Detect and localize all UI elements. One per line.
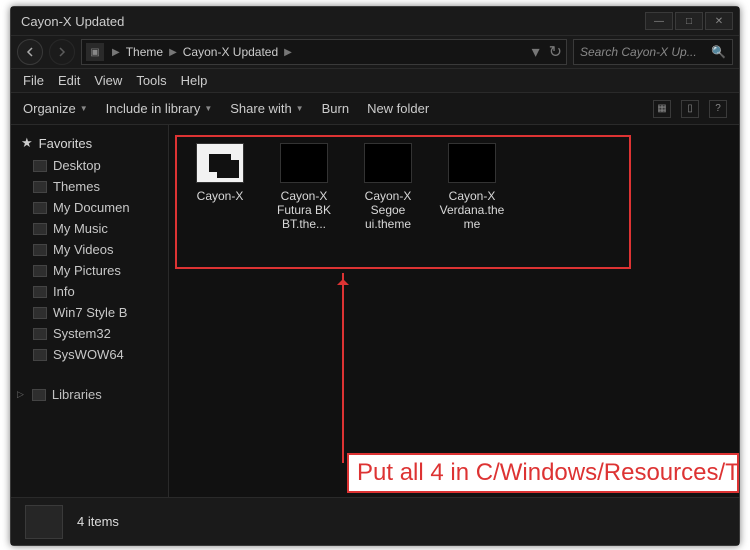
folder-icon bbox=[33, 160, 47, 172]
chevron-right-icon: ▶ bbox=[110, 47, 122, 58]
folder-icon bbox=[196, 143, 244, 183]
organize-menu[interactable]: Organize▼ bbox=[23, 101, 88, 116]
maximize-button[interactable]: □ bbox=[675, 12, 703, 30]
file-label: Cayon-X Segoe ui.theme bbox=[355, 189, 421, 231]
minimize-button[interactable]: — bbox=[645, 12, 673, 30]
favorites-header[interactable]: ★ Favorites bbox=[11, 131, 168, 155]
theme-file-icon bbox=[280, 143, 328, 183]
chevron-right-icon: ▶ bbox=[167, 47, 179, 58]
sidebar-item-my-videos[interactable]: My Videos bbox=[11, 239, 168, 260]
sidebar-item-my-documents[interactable]: My Documen bbox=[11, 197, 168, 218]
menu-bar: File Edit View Tools Help bbox=[11, 69, 739, 93]
annotation-text: Put all 4 in C/Windows/Resources/Them bbox=[347, 453, 739, 493]
include-in-library-menu[interactable]: Include in library▼ bbox=[106, 101, 213, 116]
file-item[interactable]: Cayon-X bbox=[187, 143, 253, 203]
breadcrumb-item[interactable]: Cayon-X Updated bbox=[179, 45, 282, 59]
menu-file[interactable]: File bbox=[23, 73, 44, 88]
file-item[interactable]: Cayon-X Futura BK BT.the... bbox=[271, 143, 337, 231]
folder-icon bbox=[33, 349, 47, 361]
breadcrumb[interactable]: ▣ ▶ Theme ▶ Cayon-X Updated ▶ ▾ ↻ bbox=[81, 39, 567, 65]
theme-file-icon bbox=[364, 143, 412, 183]
folder-icon bbox=[33, 181, 47, 193]
file-label: Cayon-X Verdana.theme bbox=[439, 189, 505, 231]
window-buttons: — □ ✕ bbox=[643, 12, 733, 30]
sidebar-item-desktop[interactable]: Desktop bbox=[11, 155, 168, 176]
folder-icon bbox=[33, 286, 47, 298]
sidebar-item-system32[interactable]: System32 bbox=[11, 323, 168, 344]
nav-row: ▣ ▶ Theme ▶ Cayon-X Updated ▶ ▾ ↻ Search… bbox=[11, 35, 739, 69]
sidebar-item-my-pictures[interactable]: My Pictures bbox=[11, 260, 168, 281]
folder-icon bbox=[33, 265, 47, 277]
window-title: Cayon-X Updated bbox=[17, 14, 643, 29]
back-button[interactable] bbox=[17, 39, 43, 65]
chevron-down-icon: ▼ bbox=[80, 104, 88, 113]
folder-icon bbox=[25, 505, 63, 539]
menu-edit[interactable]: Edit bbox=[58, 73, 80, 88]
search-placeholder: Search Cayon-X Up... bbox=[580, 45, 697, 59]
theme-file-icon bbox=[448, 143, 496, 183]
chevron-right-icon: ▷ bbox=[17, 389, 24, 400]
libraries-icon bbox=[32, 389, 46, 401]
folder-icon bbox=[33, 244, 47, 256]
file-label: Cayon-X bbox=[197, 189, 244, 203]
file-label: Cayon-X Futura BK BT.the... bbox=[271, 189, 337, 231]
sidebar-item-syswow64[interactable]: SysWOW64 bbox=[11, 344, 168, 365]
breadcrumb-dropdown[interactable]: ▾ ↻ bbox=[532, 42, 562, 62]
menu-tools[interactable]: Tools bbox=[136, 73, 166, 88]
sidebar-item-info[interactable]: Info bbox=[11, 281, 168, 302]
status-bar: 4 items bbox=[11, 497, 739, 545]
toolbar: Organize▼ Include in library▼ Share with… bbox=[11, 93, 739, 125]
status-text: 4 items bbox=[77, 514, 119, 529]
chevron-down-icon: ▼ bbox=[204, 104, 212, 113]
folder-icon: ▣ bbox=[86, 43, 104, 61]
file-item[interactable]: Cayon-X Segoe ui.theme bbox=[355, 143, 421, 231]
close-button[interactable]: ✕ bbox=[705, 12, 733, 30]
folder-icon bbox=[33, 223, 47, 235]
chevron-right-icon: ▶ bbox=[282, 47, 294, 58]
sidebar-item-themes[interactable]: Themes bbox=[11, 176, 168, 197]
folder-icon bbox=[33, 328, 47, 340]
sidebar: ★ Favorites Desktop Themes My Documen My… bbox=[11, 125, 169, 497]
star-icon: ★ bbox=[21, 135, 33, 151]
share-with-menu[interactable]: Share with▼ bbox=[230, 101, 303, 116]
breadcrumb-item[interactable]: Theme bbox=[122, 45, 167, 59]
sidebar-item-win7-style[interactable]: Win7 Style B bbox=[11, 302, 168, 323]
forward-button[interactable] bbox=[49, 39, 75, 65]
explorer-window: Cayon-X Updated — □ ✕ ▣ ▶ Theme ▶ Cayon-… bbox=[10, 6, 740, 546]
file-grid: Cayon-X Cayon-X Futura BK BT.the... Cayo… bbox=[169, 125, 739, 249]
search-input[interactable]: Search Cayon-X Up... 🔍 bbox=[573, 39, 733, 65]
annotation-arrow bbox=[342, 273, 344, 463]
new-folder-button[interactable]: New folder bbox=[367, 101, 429, 116]
preview-pane-button[interactable]: ▯ bbox=[681, 100, 699, 118]
burn-button[interactable]: Burn bbox=[322, 101, 349, 116]
title-bar: Cayon-X Updated — □ ✕ bbox=[11, 7, 739, 35]
folder-icon bbox=[33, 202, 47, 214]
menu-view[interactable]: View bbox=[94, 73, 122, 88]
folder-icon bbox=[33, 307, 47, 319]
file-item[interactable]: Cayon-X Verdana.theme bbox=[439, 143, 505, 231]
search-icon: 🔍 bbox=[711, 45, 726, 59]
content-pane[interactable]: Cayon-X Cayon-X Futura BK BT.the... Cayo… bbox=[169, 125, 739, 497]
chevron-down-icon: ▼ bbox=[296, 104, 304, 113]
sidebar-item-my-music[interactable]: My Music bbox=[11, 218, 168, 239]
libraries-header[interactable]: ▷ Libraries bbox=[11, 383, 168, 406]
body: ★ Favorites Desktop Themes My Documen My… bbox=[11, 125, 739, 497]
help-button[interactable]: ? bbox=[709, 100, 727, 118]
view-options-button[interactable]: ▦ bbox=[653, 100, 671, 118]
menu-help[interactable]: Help bbox=[181, 73, 208, 88]
